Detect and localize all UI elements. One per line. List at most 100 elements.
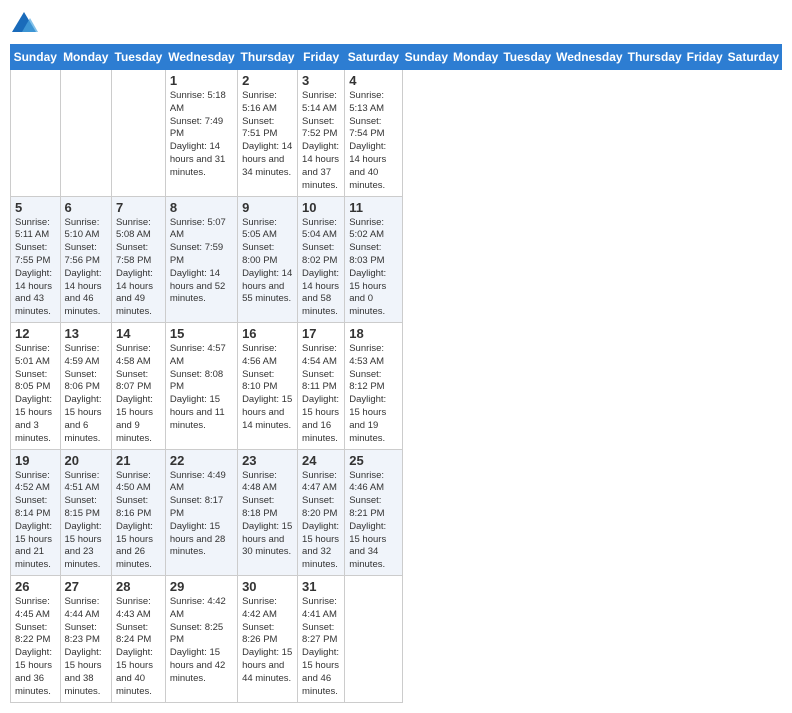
col-header-saturday: Saturday [725,45,781,70]
week-row-4: 19 Sunrise: 4:52 AMSunset: 8:14 PMDayligh… [11,449,782,576]
calendar-cell: 3Sunrise: 5:14 AMSunset: 7:52 PMDaylight… [298,70,345,197]
calendar-cell [11,70,61,197]
cell-info: Sunrise: 4:57 AMSunset: 8:08 PMDaylight:… [170,343,233,433]
cell-info: Sunrise: 5:07 AMSunset: 7:59 PMDaylight:… [170,217,233,307]
calendar-cell: 29Sunrise: 4:42 AMSunset: 8:25 PMDayligh… [165,576,237,703]
week-row-1: 1 Sunrise: 5:18 AMSunset: 7:49 PMDaylight… [11,70,782,197]
calendar-cell: 19 Sunrise: 4:52 AMSunset: 8:14 PMDayligh… [11,449,61,576]
date-number: 24 [302,453,340,468]
cell-info: Sunrise: 4:59 AMSunset: 8:06 PMDaylight:… [65,343,107,446]
calendar-cell: 5Sunrise: 5:11 AMSunset: 7:55 PMDaylight… [11,196,61,323]
day-header-monday: Monday [60,45,111,70]
cell-info: Sunrise: 4:47 AMSunset: 8:20 PMDaylight:… [302,470,340,573]
date-number: 6 [65,200,107,215]
date-number: 20 [65,453,107,468]
calendar-cell: 7Sunrise: 5:08 AMSunset: 7:58 PMDaylight… [111,196,165,323]
cell-info: Sunrise: 4:43 AMSunset: 8:24 PMDaylight:… [116,596,161,699]
day-header-wednesday: Wednesday [165,45,237,70]
calendar-cell: 20 Sunrise: 4:51 AMSunset: 8:15 PMDayligh… [60,449,111,576]
date-number: 12 [15,326,56,341]
calendar-cell: 1 Sunrise: 5:18 AMSunset: 7:49 PMDaylight… [165,70,237,197]
date-number: 2 [242,73,293,88]
cell-info: Sunrise: 5:18 AMSunset: 7:49 PMDaylight:… [170,90,233,180]
calendar-cell: 16Sunrise: 4:56 AMSunset: 8:10 PMDayligh… [238,323,298,450]
date-number: 25 [349,453,397,468]
page-header [10,10,782,38]
calendar-cell: 8 Sunrise: 5:07 AMSunset: 7:59 PMDaylight… [165,196,237,323]
calendar-cell: 22Sunrise: 4:49 AMSunset: 8:17 PMDayligh… [165,449,237,576]
calendar-cell [345,576,402,703]
cell-info: Sunrise: 4:42 AMSunset: 8:26 PMDaylight:… [242,596,293,686]
date-number: 18 [349,326,397,341]
col-header-thursday: Thursday [625,45,684,70]
calendar-cell: 23 Sunrise: 4:48 AMSunset: 8:18 PMDayligh… [238,449,298,576]
calendar-cell: 10 Sunrise: 5:04 AMSunset: 8:02 PMDayligh… [298,196,345,323]
date-number: 19 [15,453,56,468]
cell-info: Sunrise: 4:52 AMSunset: 8:14 PMDaylight:… [15,470,56,573]
cell-info: Sunrise: 4:44 AMSunset: 8:23 PMDaylight:… [65,596,107,699]
cell-info: Sunrise: 4:41 AMSunset: 8:27 PMDaylight:… [302,596,340,699]
day-header-thursday: Thursday [238,45,298,70]
calendar-cell: 30Sunrise: 4:42 AMSunset: 8:26 PMDayligh… [238,576,298,703]
date-number: 26 [15,579,56,594]
date-number: 4 [349,73,397,88]
cell-info: Sunrise: 4:45 AMSunset: 8:22 PMDaylight:… [15,596,56,699]
cell-info: Sunrise: 4:50 AMSunset: 8:16 PMDaylight:… [116,470,161,573]
col-header-friday: Friday [684,45,725,70]
calendar-cell: 31 Sunrise: 4:41 AMSunset: 8:27 PMDayligh… [298,576,345,703]
date-number: 11 [349,200,397,215]
date-number: 10 [302,200,340,215]
date-number: 9 [242,200,293,215]
calendar-cell: 6 Sunrise: 5:10 AMSunset: 7:56 PMDaylight… [60,196,111,323]
header-row: SundayMondayTuesdayWednesdayThursdayFrid… [11,45,782,70]
date-number: 13 [65,326,107,341]
calendar-cell: 27 Sunrise: 4:44 AMSunset: 8:23 PMDayligh… [60,576,111,703]
calendar-cell: 28 Sunrise: 4:43 AMSunset: 8:24 PMDayligh… [111,576,165,703]
day-header-tuesday: Tuesday [111,45,165,70]
cell-info: Sunrise: 4:54 AMSunset: 8:11 PMDaylight:… [302,343,340,446]
cell-info: Sunrise: 5:01 AMSunset: 8:05 PMDaylight:… [15,343,56,446]
date-number: 14 [116,326,161,341]
calendar-cell: 12 Sunrise: 5:01 AMSunset: 8:05 PMDayligh… [11,323,61,450]
week-row-3: 12 Sunrise: 5:01 AMSunset: 8:05 PMDayligh… [11,323,782,450]
calendar-cell: 25 Sunrise: 4:46 AMSunset: 8:21 PMDayligh… [345,449,402,576]
date-number: 31 [302,579,340,594]
date-number: 23 [242,453,293,468]
calendar-cell: 21 Sunrise: 4:50 AMSunset: 8:16 PMDayligh… [111,449,165,576]
calendar-cell: 24 Sunrise: 4:47 AMSunset: 8:20 PMDayligh… [298,449,345,576]
calendar-cell: 4Sunrise: 5:13 AMSunset: 7:54 PMDaylight… [345,70,402,197]
calendar-table: SundayMondayTuesdayWednesdayThursdayFrid… [10,44,782,703]
cell-info: Sunrise: 4:51 AMSunset: 8:15 PMDaylight:… [65,470,107,573]
calendar-cell: 18 Sunrise: 4:53 AMSunset: 8:12 PMDayligh… [345,323,402,450]
cell-info: Sunrise: 4:53 AMSunset: 8:12 PMDaylight:… [349,343,397,446]
calendar-cell [111,70,165,197]
logo [10,10,42,38]
calendar-cell: 13 Sunrise: 4:59 AMSunset: 8:06 PMDayligh… [60,323,111,450]
calendar-cell: 9 Sunrise: 5:05 AMSunset: 8:00 PMDaylight… [238,196,298,323]
cell-info: Sunrise: 5:02 AMSunset: 8:03 PMDaylight:… [349,217,397,320]
date-number: 21 [116,453,161,468]
cell-info: Sunrise: 5:08 AMSunset: 7:58 PMDaylight:… [116,217,161,320]
week-row-5: 26 Sunrise: 4:45 AMSunset: 8:22 PMDayligh… [11,576,782,703]
cell-info: Sunrise: 4:48 AMSunset: 8:18 PMDaylight:… [242,470,293,560]
cell-info: Sunrise: 5:16 AMSunset: 7:51 PMDaylight:… [242,90,293,180]
cell-info: Sunrise: 5:05 AMSunset: 8:00 PMDaylight:… [242,217,293,307]
date-number: 15 [170,326,233,341]
date-number: 8 [170,200,233,215]
cell-info: Sunrise: 5:10 AMSunset: 7:56 PMDaylight:… [65,217,107,320]
calendar-cell: 11 Sunrise: 5:02 AMSunset: 8:03 PMDayligh… [345,196,402,323]
date-number: 28 [116,579,161,594]
cell-info: Sunrise: 4:49 AMSunset: 8:17 PMDaylight:… [170,470,233,560]
date-number: 1 [170,73,233,88]
date-number: 16 [242,326,293,341]
cell-info: Sunrise: 4:42 AMSunset: 8:25 PMDaylight:… [170,596,233,686]
date-number: 5 [15,200,56,215]
cell-info: Sunrise: 5:04 AMSunset: 8:02 PMDaylight:… [302,217,340,320]
day-header-friday: Friday [298,45,345,70]
cell-info: Sunrise: 4:46 AMSunset: 8:21 PMDaylight:… [349,470,397,573]
date-number: 27 [65,579,107,594]
col-header-wednesday: Wednesday [554,45,625,70]
calendar-cell: 15 Sunrise: 4:57 AMSunset: 8:08 PMDayligh… [165,323,237,450]
week-row-2: 5Sunrise: 5:11 AMSunset: 7:55 PMDaylight… [11,196,782,323]
date-number: 3 [302,73,340,88]
